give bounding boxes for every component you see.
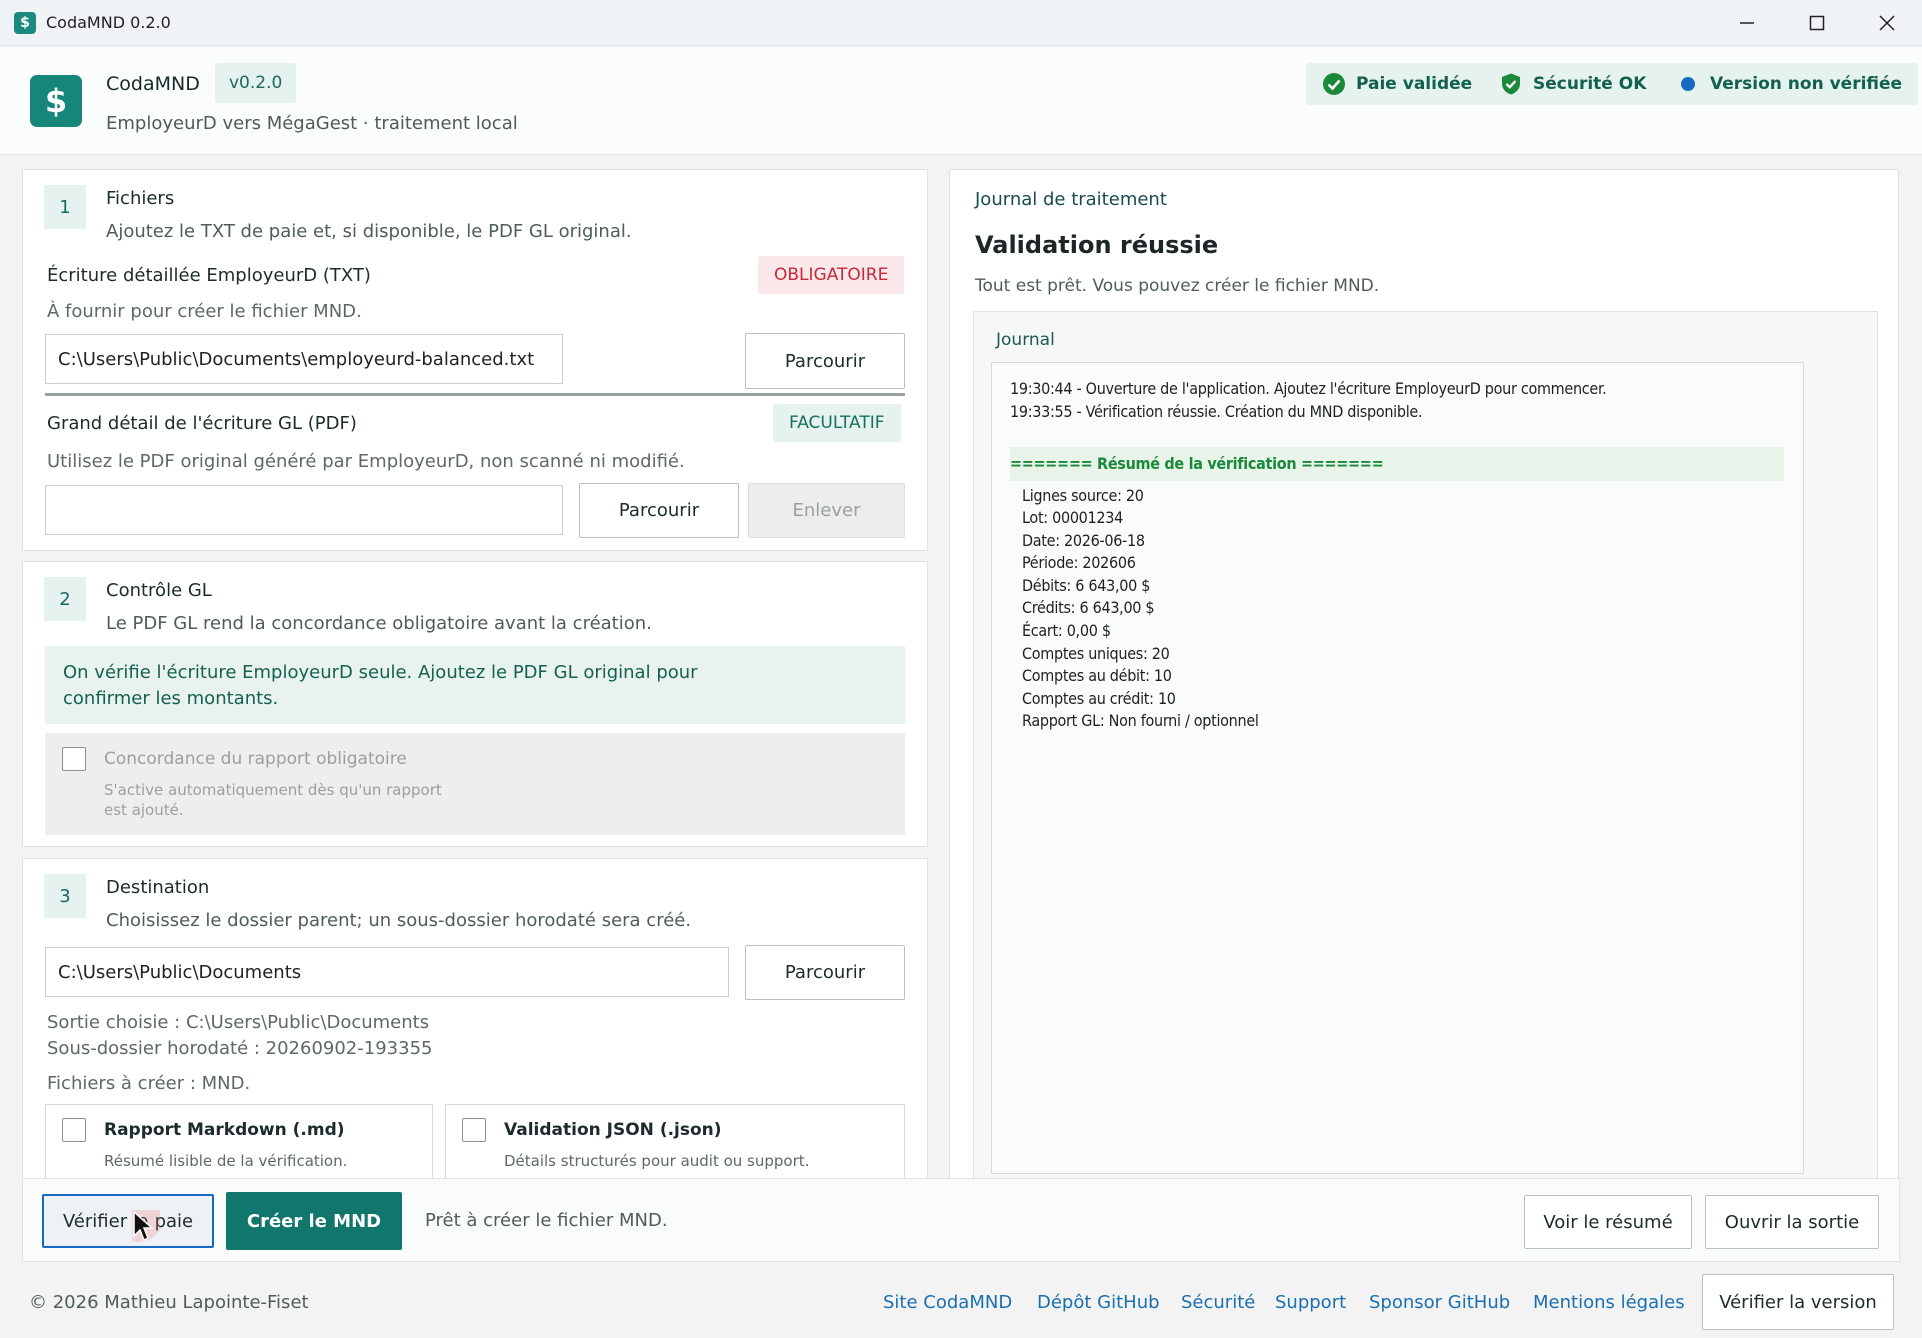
txt-browse-button[interactable]: Parcourir: [745, 333, 905, 389]
status-securite-ok: Sécurité OK: [1483, 63, 1663, 105]
maximize-icon: [1809, 15, 1825, 31]
markdown-hint: Résumé lisible de la vérification.: [104, 1152, 348, 1170]
json-hint: Détails structurés pour audit ou support…: [504, 1152, 810, 1170]
app-window-icon: $: [14, 12, 36, 34]
status-version: Version non vérifiée: [1660, 63, 1919, 105]
journal-heading: Journal de traitement: [975, 189, 1167, 210]
close-button[interactable]: [1852, 0, 1922, 46]
link-support[interactable]: Support: [1275, 1292, 1346, 1313]
app-subtitle: EmployeurD vers MégaGest · traitement lo…: [106, 113, 518, 134]
window-title: CodaMND 0.2.0: [46, 13, 171, 32]
concordance-checkbox[interactable]: [62, 747, 86, 771]
json-label: Validation JSON (.json): [504, 1120, 722, 1140]
status-label: Version non vérifiée: [1710, 74, 1903, 94]
destination-input[interactable]: C:\Users\Public\Documents: [45, 947, 729, 997]
action-status: Prêt à créer le fichier MND.: [425, 1210, 668, 1231]
optional-badge: FACULTATIF: [773, 404, 901, 442]
minimize-button[interactable]: [1712, 0, 1782, 46]
mouse-cursor-icon: [132, 1210, 160, 1242]
gl-info-note: On vérifie l'écriture EmployeurD seule. …: [45, 646, 905, 724]
txt-file-input[interactable]: C:\Users\Public\Documents\employeurd-bal…: [45, 334, 563, 384]
close-icon: [1879, 15, 1895, 31]
concordance-hint: S'active automatiquement dès qu'un rappo…: [104, 781, 442, 799]
required-badge: OBLIGATOIRE: [758, 256, 905, 294]
log-summary-header: ======= Résumé de la vérification ======…: [1010, 447, 1784, 481]
txt-label: Écriture détaillée EmployeurD (TXT): [47, 265, 371, 286]
open-output-button[interactable]: Ouvrir la sortie: [1705, 1195, 1879, 1249]
pdf-remove-button[interactable]: Enlever: [748, 483, 905, 538]
pdf-file-input[interactable]: [45, 485, 563, 535]
link-legal[interactable]: Mentions légales: [1533, 1292, 1685, 1313]
log-summary-line: Comptes uniques: 20: [1022, 644, 1170, 663]
note-line: confirmer les montants.: [63, 688, 279, 709]
title-bar: [0, 0, 1922, 46]
view-summary-button[interactable]: Voir le résumé: [1524, 1195, 1692, 1249]
divider: [45, 393, 905, 396]
json-checkbox[interactable]: [462, 1118, 486, 1142]
link-security[interactable]: Sécurité: [1181, 1292, 1255, 1313]
step-subtitle: Choisissez le dossier parent; un sous-do…: [106, 910, 692, 931]
check-circle-icon: [1322, 72, 1346, 96]
journal-title: Validation réussie: [975, 231, 1219, 259]
verify-payroll-button[interactable]: Vérifier la paie: [42, 1194, 214, 1248]
output-chosen: Sortie choisie : C:\Users\Public\Documen…: [47, 1012, 430, 1033]
log-summary-line: Comptes au débit: 10: [1022, 666, 1172, 685]
log-summary-line: Rapport GL: Non fourni / optionnel: [1022, 711, 1259, 730]
pdf-hint: Utilisez le PDF original généré par Empl…: [47, 451, 685, 472]
app-logo: $: [30, 75, 82, 127]
status-paie-validee: Paie validée: [1306, 63, 1489, 105]
destination-browse-button[interactable]: Parcourir: [745, 945, 905, 1000]
note-line: On vérifie l'écriture EmployeurD seule. …: [63, 662, 698, 683]
log-summary-line: Débits: 6 643,00 $: [1022, 576, 1151, 595]
subfolder-text: Sous-dossier horodaté : 20260902-193355: [47, 1038, 433, 1059]
log-summary-line: Période: 202606: [1022, 553, 1136, 572]
shield-check-icon: [1499, 72, 1523, 96]
log-summary-line: Écart: 0,00 $: [1022, 621, 1111, 640]
step-title: Fichiers: [106, 188, 175, 209]
create-mnd-button[interactable]: Créer le MND: [226, 1192, 402, 1250]
pdf-browse-button[interactable]: Parcourir: [579, 483, 739, 538]
dot-icon: [1676, 72, 1700, 96]
version-badge: v0.2.0: [215, 63, 297, 103]
status-label: Paie validée: [1356, 74, 1473, 94]
files-to-create: Fichiers à créer : MND.: [47, 1073, 251, 1094]
concordance-label: Concordance du rapport obligatoire: [104, 749, 407, 769]
log-line: 19:30:44 - Ouverture de l'application. A…: [1010, 379, 1607, 398]
step-number: 2: [44, 577, 86, 621]
link-sponsor[interactable]: Sponsor GitHub: [1369, 1292, 1510, 1313]
step-number: 1: [44, 185, 86, 229]
check-version-button[interactable]: Vérifier la version: [1702, 1274, 1894, 1330]
log-summary-line: Lignes source: 20: [1022, 486, 1144, 505]
step-subtitle: Ajoutez le TXT de paie et, si disponible…: [106, 221, 632, 242]
maximize-button[interactable]: [1782, 0, 1852, 46]
markdown-checkbox[interactable]: [62, 1118, 86, 1142]
pdf-label: Grand détail de l'écriture GL (PDF): [47, 413, 357, 434]
link-github[interactable]: Dépôt GitHub: [1037, 1292, 1160, 1313]
log-summary-line: Comptes au crédit: 10: [1022, 689, 1176, 708]
log-line: 19:33:55 - Vérification réussie. Créatio…: [1010, 402, 1423, 421]
log-summary-line: Date: 2026-06-18: [1022, 531, 1145, 550]
log-output[interactable]: 19:30:44 - Ouverture de l'application. A…: [991, 362, 1804, 1174]
concordance-hint: est ajouté.: [104, 801, 184, 819]
txt-hint: À fournir pour créer le fichier MND.: [47, 301, 362, 322]
step-subtitle: Le PDF GL rend la concordance obligatoir…: [106, 613, 652, 634]
log-summary-line: Lot: 00001234: [1022, 508, 1123, 527]
journal-subtitle: Tout est prêt. Vous pouvez créer le fich…: [975, 276, 1380, 296]
log-summary-line: Crédits: 6 643,00 $: [1022, 598, 1155, 617]
link-site[interactable]: Site CodaMND: [883, 1292, 1012, 1313]
step-title: Destination: [106, 877, 210, 898]
copyright: © 2026 Mathieu Lapointe-Fiset: [29, 1292, 309, 1313]
step-number: 3: [44, 874, 86, 918]
markdown-label: Rapport Markdown (.md): [104, 1120, 345, 1140]
app-name: CodaMND: [106, 73, 200, 95]
minimize-icon: [1740, 22, 1754, 24]
log-label: Journal: [996, 330, 1055, 350]
status-label: Sécurité OK: [1533, 74, 1647, 94]
step-title: Contrôle GL: [106, 580, 212, 601]
